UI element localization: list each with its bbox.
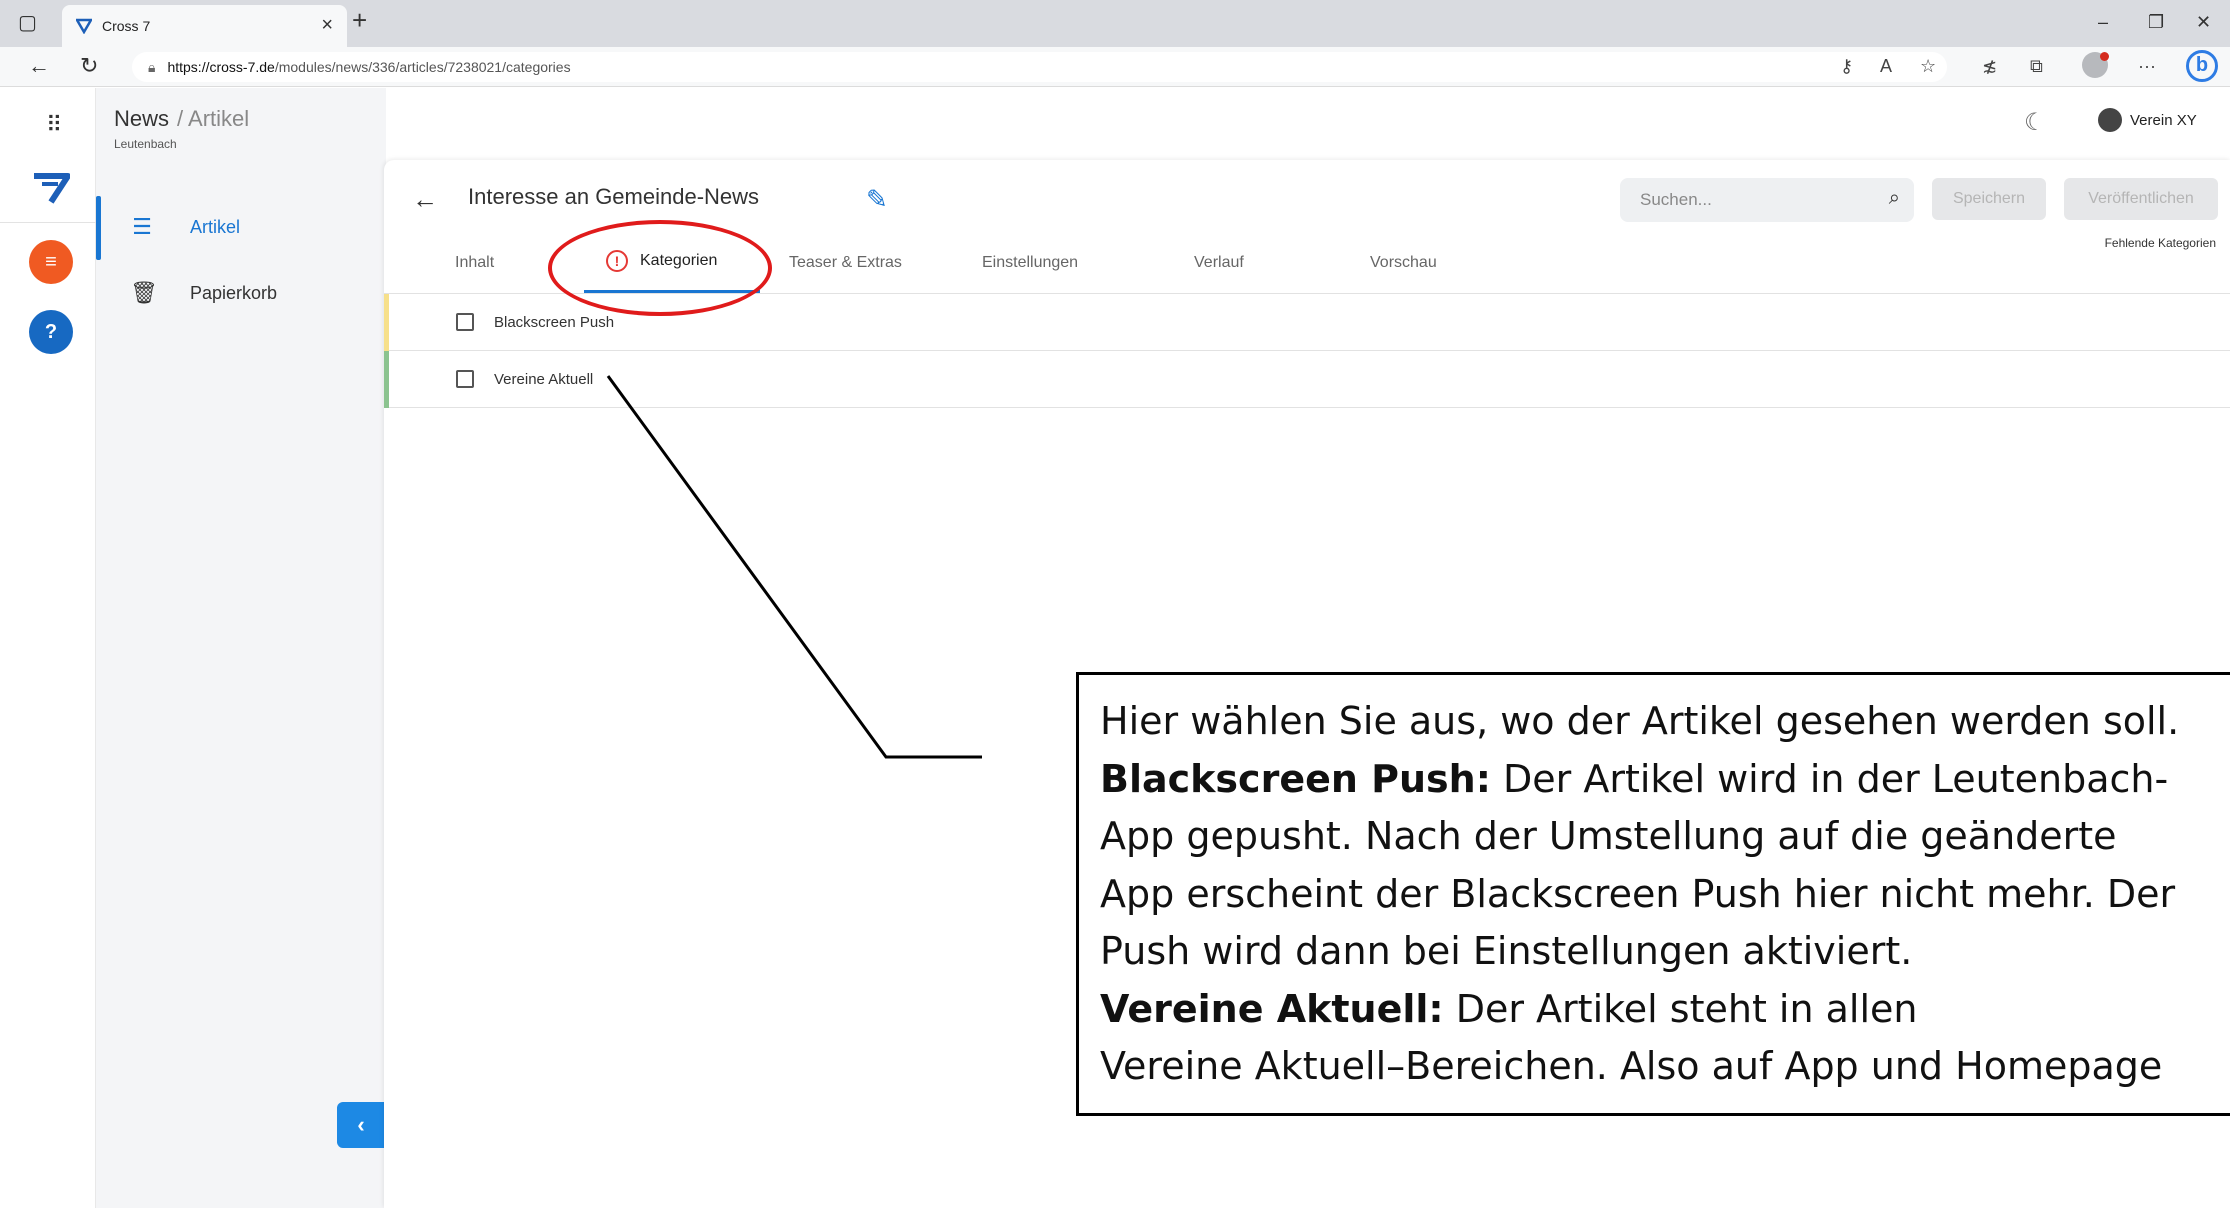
tab-title: Cross 7 bbox=[102, 18, 151, 34]
callout-blackscreen-title: Blackscreen Push: bbox=[1100, 756, 1491, 801]
category-label: Blackscreen Push bbox=[494, 313, 615, 331]
profile-notification-dot bbox=[2100, 52, 2109, 61]
edit-pencil-icon[interactable]: ✎ bbox=[866, 184, 888, 215]
restore-icon[interactable]: ❐ bbox=[2148, 12, 2164, 33]
callout-vereine-line: Vereine Aktuell: Der Artikel steht in al… bbox=[1100, 981, 2213, 1039]
category-row[interactable]: Vereine Aktuell bbox=[384, 351, 2230, 408]
reload-icon[interactable]: ↻ bbox=[80, 53, 98, 79]
list-icon: ☰ bbox=[132, 214, 152, 239]
url-path: /modules/news/336/articles/7238021/categ… bbox=[274, 59, 571, 75]
sidebar-item-label: Papierkorb bbox=[190, 282, 278, 303]
search-icon[interactable]: ⌕ bbox=[1889, 187, 1900, 210]
collapse-sidebar-button[interactable]: ‹ bbox=[337, 1102, 385, 1148]
tab-actions-icon[interactable]: ▢ bbox=[18, 10, 37, 35]
url-host: https://cross-7.de bbox=[167, 59, 275, 75]
user-name: Verein XY bbox=[2130, 111, 2197, 129]
callout-vereine-title: Vereine Aktuell: bbox=[1100, 986, 1444, 1031]
callout-blackscreen-text-a: Der Artikel wird in der Leutenbach- bbox=[1490, 756, 2169, 801]
sidebar-item-label: Artikel bbox=[190, 216, 241, 237]
user-menu[interactable]: Verein XY bbox=[2098, 108, 2197, 132]
close-tab-icon[interactable]: × bbox=[321, 14, 333, 37]
sidebar bbox=[96, 88, 386, 1208]
callout-line-1: Hier wählen Sie aus, wo der Artikel gese… bbox=[1100, 699, 2180, 743]
publish-button[interactable]: Veröffentlichen bbox=[2064, 178, 2218, 220]
help-module-icon[interactable]: ? bbox=[29, 310, 73, 354]
search-input[interactable]: Suchen... ⌕ bbox=[1620, 178, 1914, 222]
tab-verlauf[interactable]: Verlauf bbox=[1194, 254, 1244, 272]
sidebar-item-artikel[interactable]: ☰ Artikel bbox=[130, 214, 240, 240]
news-module-icon[interactable]: ≡ bbox=[29, 240, 73, 284]
page-title: News / Artikel bbox=[114, 106, 249, 132]
trash-icon: 🗑︎ bbox=[130, 280, 158, 305]
highlight-ellipse bbox=[548, 220, 772, 316]
user-icon bbox=[2098, 108, 2122, 132]
article-title: Interesse an Gemeinde-News bbox=[468, 184, 760, 209]
callout-blackscreen-line: Blackscreen Push: Der Artikel wird in de… bbox=[1100, 751, 2213, 809]
lock-icon: 🔒︎ bbox=[148, 58, 156, 75]
favorites-icon[interactable]: ≴ bbox=[1982, 56, 1997, 77]
tab-einstellungen[interactable]: Einstellungen bbox=[982, 254, 1078, 272]
category-checkbox[interactable] bbox=[456, 370, 474, 388]
back-arrow-icon[interactable]: ← bbox=[412, 184, 438, 215]
sidebar-item-papierkorb[interactable]: 🗑︎ Papierkorb bbox=[130, 280, 277, 306]
category-stripe bbox=[384, 294, 389, 351]
cross7-logo-icon[interactable] bbox=[32, 172, 70, 206]
rail-divider bbox=[0, 222, 96, 223]
minimize-icon[interactable]: – bbox=[2098, 12, 2108, 33]
collections-icon[interactable]: ⧉ bbox=[2030, 56, 2043, 77]
tab-inhalt[interactable]: Inhalt bbox=[455, 254, 494, 272]
browser-tab-bar: ▢ Cross 7 × + – ❐ ✕ bbox=[0, 0, 2230, 47]
dark-mode-icon[interactable]: ☾ bbox=[2024, 108, 2046, 137]
apps-grid-icon[interactable]: ⠿ bbox=[46, 112, 62, 138]
tab-vorschau[interactable]: Vorschau bbox=[1370, 254, 1437, 272]
bing-icon[interactable]: b bbox=[2186, 50, 2218, 82]
address-bar: ← ↻ 🔒︎ https://cross-7.de/modules/news/3… bbox=[0, 47, 2230, 87]
new-tab-icon[interactable]: + bbox=[352, 5, 367, 36]
module-name[interactable]: News bbox=[114, 106, 169, 131]
explanation-callout: Hier wählen Sie aus, wo der Artikel gese… bbox=[1076, 672, 2230, 1116]
org-name: Leutenbach bbox=[114, 137, 177, 151]
save-button[interactable]: Speichern bbox=[1932, 178, 2046, 220]
close-window-icon[interactable]: ✕ bbox=[2196, 12, 2211, 33]
callout-blackscreen-text-b: App gepusht. Nach der Umstellung auf die… bbox=[1100, 814, 2117, 858]
read-aloud-icon[interactable]: A bbox=[1880, 56, 1892, 77]
category-checkbox[interactable] bbox=[456, 313, 474, 331]
section-name: / Artikel bbox=[177, 106, 250, 131]
browser-tab[interactable]: Cross 7 × bbox=[62, 5, 347, 47]
callout-vereine-text-a: Der Artikel steht in allen bbox=[1443, 986, 1918, 1031]
cross7-favicon-icon bbox=[76, 18, 92, 34]
key-icon[interactable]: ⚷ bbox=[1840, 56, 1853, 77]
callout-vereine-text-b: Vereine Aktuell–Bereichen. Also auf App … bbox=[1100, 1044, 2163, 1088]
favorite-add-icon[interactable]: ☆ bbox=[1920, 56, 1936, 77]
back-icon[interactable]: ← bbox=[28, 53, 50, 79]
tab-teaser-extras[interactable]: Teaser & Extras bbox=[789, 254, 902, 272]
search-placeholder: Suchen... bbox=[1640, 190, 1712, 209]
category-label: Vereine Aktuell bbox=[494, 370, 594, 388]
category-stripe bbox=[384, 351, 389, 408]
url-field[interactable]: 🔒︎ https://cross-7.de/modules/news/336/a… bbox=[132, 52, 1947, 82]
more-icon[interactable]: ··· bbox=[2138, 56, 2156, 77]
sidebar-active-indicator bbox=[96, 196, 101, 260]
callout-blackscreen-text-c: App erscheint der Blackscreen Push hier … bbox=[1100, 871, 2176, 916]
callout-blackscreen-text-d: Push wird dann bei Einstellungen aktivie… bbox=[1100, 929, 1913, 973]
